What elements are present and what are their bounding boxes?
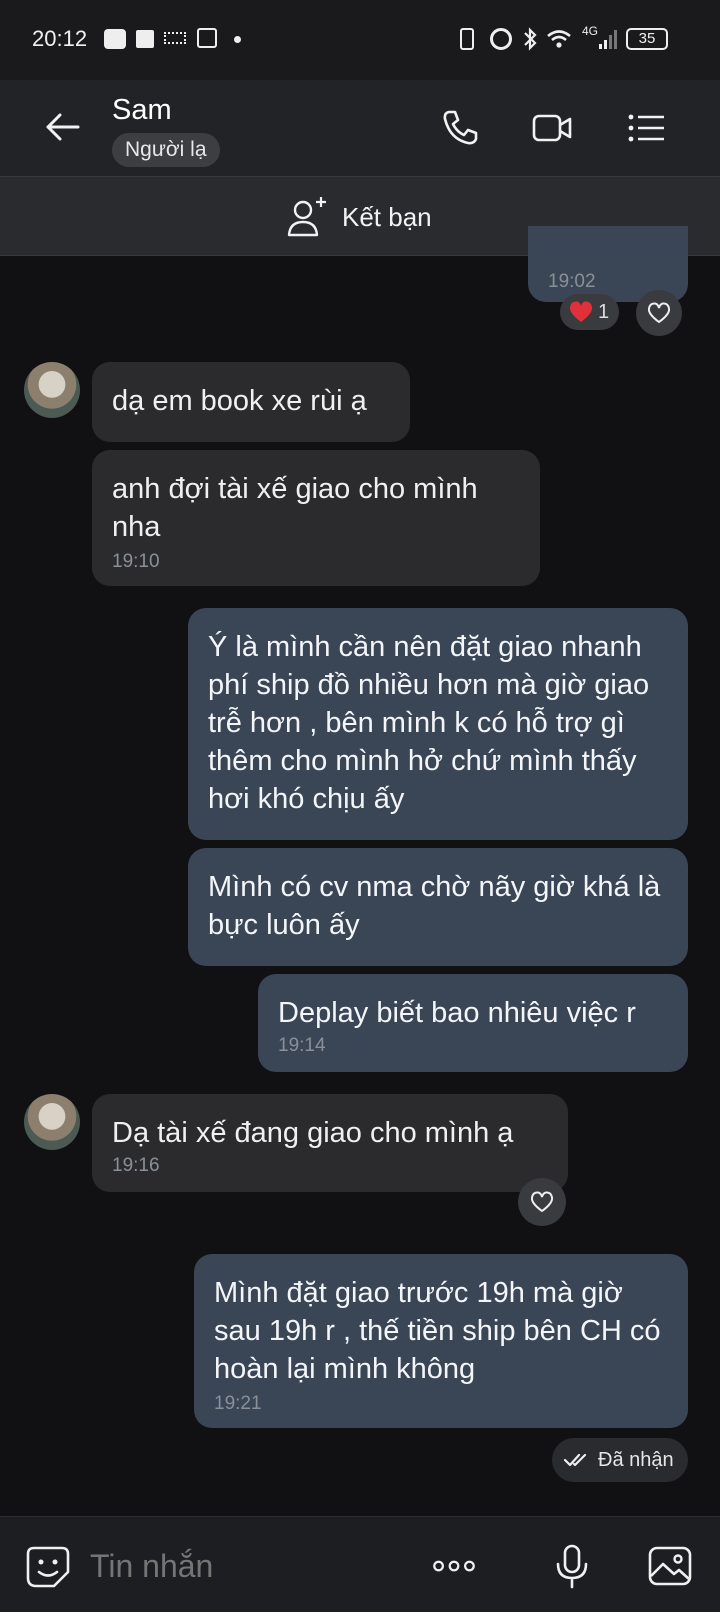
incoming-message-bubble[interactable]: anh đợi tài xế giao cho mình nha 19:10: [92, 450, 540, 586]
delivery-status-badge: Đã nhận: [552, 1438, 688, 1482]
message-text: Ý là mình cần nên đặt giao nhanh phí shi…: [208, 631, 650, 815]
delivery-status-text: Đã nhận: [598, 1448, 674, 1471]
message-time: 19:21: [214, 1393, 262, 1414]
zalo-icon: [104, 29, 126, 49]
outgoing-message-bubble[interactable]: Deplay biết bao nhiêu việc r 19:14: [258, 974, 688, 1072]
message-time: 19:16: [112, 1155, 160, 1176]
contact-name[interactable]: Sam: [112, 94, 172, 127]
message-text: Mình đặt giao trước 19h mà giờ sau 19h r…: [214, 1277, 661, 1385]
incoming-message-bubble[interactable]: dạ em book xe rùi ạ: [92, 362, 410, 442]
heart-outline-icon: [647, 302, 671, 324]
notification-dot-icon: [234, 36, 241, 43]
status-time: 20:12: [32, 26, 88, 51]
more-options-icon[interactable]: [430, 1542, 478, 1590]
stranger-badge: Người lạ: [112, 133, 220, 167]
add-friend-button[interactable]: Kết bạn: [286, 194, 432, 240]
reaction-summary[interactable]: 1: [560, 294, 620, 330]
message-text: Deplay biết bao nhiêu việc r: [278, 997, 636, 1029]
double-check-icon: [564, 1453, 587, 1467]
vibrate-icon: [460, 28, 474, 50]
add-friend-label: Kết bạn: [342, 201, 432, 232]
message-text: anh đợi tài xế giao cho mình nha: [112, 473, 478, 543]
outgoing-message-bubble[interactable]: Ý là mình cần nên đặt giao nhanh phí shi…: [188, 608, 688, 840]
phone-call-icon[interactable]: [438, 106, 482, 150]
image-gallery-icon[interactable]: [646, 1542, 694, 1590]
outgoing-message-bubble[interactable]: Mình có cv nma chờ nãy giờ khá là bực lu…: [188, 848, 688, 966]
message-text: Mình có cv nma chờ nãy giờ khá là bực lu…: [208, 871, 661, 941]
message-text: Dạ tài xế đang giao cho mình ạ: [112, 1117, 514, 1149]
alarm-icon: [490, 28, 512, 50]
shop-icon: [197, 28, 217, 48]
network-type: 4G: [582, 24, 599, 38]
bluetooth-icon: [524, 27, 537, 51]
facebook-icon: [136, 30, 154, 48]
microphone-icon[interactable]: [548, 1542, 596, 1590]
contact-avatar[interactable]: [24, 1094, 80, 1150]
heart-outline-icon: [530, 1191, 554, 1213]
reaction-count: 1: [598, 300, 610, 323]
message-time: 19:02: [548, 271, 596, 292]
wifi-icon: [547, 30, 571, 48]
signal-icon: [599, 30, 617, 49]
react-button[interactable]: [518, 1178, 566, 1226]
sticker-emoji-icon[interactable]: [24, 1542, 72, 1590]
menu-list-icon[interactable]: [624, 106, 668, 150]
react-button[interactable]: [636, 290, 682, 336]
add-user-icon: [287, 197, 326, 237]
incoming-message-bubble[interactable]: Dạ tài xế đang giao cho mình ạ 19:16: [92, 1094, 568, 1192]
battery-icon: 35: [626, 28, 668, 50]
message-time: 19:10: [112, 551, 160, 572]
message-time: 19:14: [278, 1035, 326, 1056]
tiktok-icon: [164, 32, 186, 44]
message-input[interactable]: [88, 1540, 392, 1592]
video-call-icon[interactable]: [530, 106, 574, 150]
message-text: dạ em book xe rùi ạ: [112, 385, 367, 417]
contact-avatar[interactable]: [24, 362, 80, 418]
outgoing-message-bubble[interactable]: Mình đặt giao trước 19h mà giờ sau 19h r…: [194, 1254, 688, 1428]
chat-header: [0, 80, 720, 176]
back-arrow-icon[interactable]: [40, 104, 86, 150]
heart-reaction-icon: [569, 301, 593, 322]
